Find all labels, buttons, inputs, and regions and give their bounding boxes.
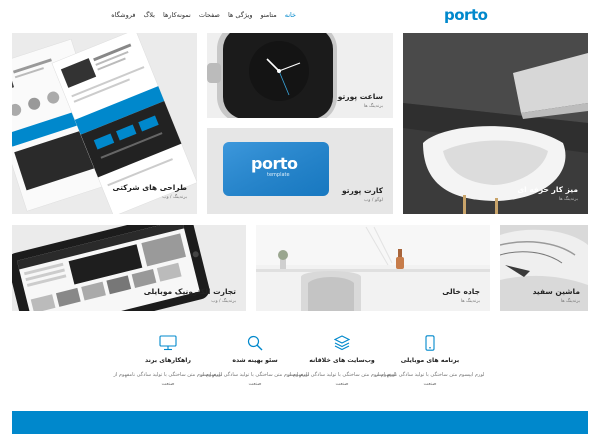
tile-title: ماشین سفید xyxy=(532,287,580,296)
nav-item-megamenu[interactable]: متامنو xyxy=(260,11,276,19)
tile-caption: تجارت الکترونیک موبایلی برندینگ / وب xyxy=(144,287,236,304)
tile-caption: ماشین سفید برندینگ ها xyxy=(533,287,580,304)
tile-subtitle: برندینگ / وب xyxy=(162,195,187,200)
tile-subtitle: لوگو / وب xyxy=(364,198,383,203)
feature-brand-solutions: راهکارهای برند لورم ایپسوم متن ساختگی با… xyxy=(112,335,224,389)
layers-icon xyxy=(334,335,350,351)
tile-caption: میز کار حرفه ای برندینگ ها xyxy=(517,185,578,202)
search-icon xyxy=(247,335,263,351)
tile-title: طراحی های شرکتی xyxy=(112,183,187,192)
portfolio-item-card[interactable]: porto template کارت پورتو لوگو / وب xyxy=(207,128,393,214)
nav-item-shop[interactable]: فروشگاه xyxy=(111,11,135,19)
tile-title: جاده خالی xyxy=(442,287,480,296)
nav-item-blog[interactable]: بلاگ xyxy=(143,11,155,19)
portfolio-item-ecommerce[interactable]: تجارت الکترونیک موبایلی برندینگ / وب xyxy=(12,225,246,311)
feature-title: راهکارهای برند xyxy=(145,357,191,364)
card-logo: porto template xyxy=(251,154,298,179)
tile-subtitle: برندینگ ها xyxy=(363,104,383,109)
tile-subtitle: برندینگ ها xyxy=(560,299,580,304)
footer-cta-band xyxy=(12,411,588,434)
tile-title: ساعت پورتو xyxy=(337,92,383,101)
monitor-icon xyxy=(159,335,177,351)
tile-subtitle: برندینگ ها xyxy=(460,299,480,304)
portfolio-item-road[interactable]: جاده خالی برندینگ ها xyxy=(256,225,490,311)
feature-desc: لورم ایپسوم متن ساختگی با تولید سادگی نا… xyxy=(113,372,223,387)
nav-item-pages[interactable]: صفحات xyxy=(199,11,220,19)
card-logo-name: porto xyxy=(251,154,298,173)
nav-item-home[interactable]: خانه xyxy=(285,11,296,19)
portfolio-item-corporate[interactable]: طراحی های شرکتی برندینگ / وب xyxy=(12,33,197,214)
tile-subtitle: برندینگ / وب xyxy=(211,299,236,304)
tile-caption: طراحی های شرکتی برندینگ / وب xyxy=(113,183,187,200)
logo-text: porto xyxy=(444,6,488,24)
portfolio-item-watch[interactable]: ساعت پورتو برندینگ ها xyxy=(207,33,393,118)
nav-item-features[interactable]: ویژگی ها xyxy=(228,11,253,19)
tile-title: میز کار حرفه ای xyxy=(517,185,578,194)
tile-subtitle: برندینگ ها xyxy=(558,197,578,202)
tile-caption: ساعت پورتو برندینگ ها xyxy=(338,92,383,109)
mobile-icon xyxy=(425,335,435,351)
tile-title: کارت پورتو xyxy=(342,186,383,195)
portfolio-item-desk[interactable]: میز کار حرفه ای برندینگ ها xyxy=(403,33,588,214)
tile-title: تجارت الکترونیک موبایلی xyxy=(143,287,236,296)
tile-caption: کارت پورتو لوگو / وب xyxy=(342,186,383,203)
tile-caption: جاده خالی برندینگ ها xyxy=(442,287,480,304)
nav-item-portfolio[interactable]: نمونه‌کارها xyxy=(163,11,191,19)
site-logo[interactable]: porto xyxy=(444,6,488,24)
portfolio-item-car[interactable]: ماشین سفید برندینگ ها xyxy=(500,225,588,311)
site-header: porto خانه متامنو ویژگی ها صفحات نمونه‌ک… xyxy=(0,0,600,32)
main-nav: خانه متامنو ویژگی ها صفحات نمونه‌کارها ب… xyxy=(111,11,296,19)
